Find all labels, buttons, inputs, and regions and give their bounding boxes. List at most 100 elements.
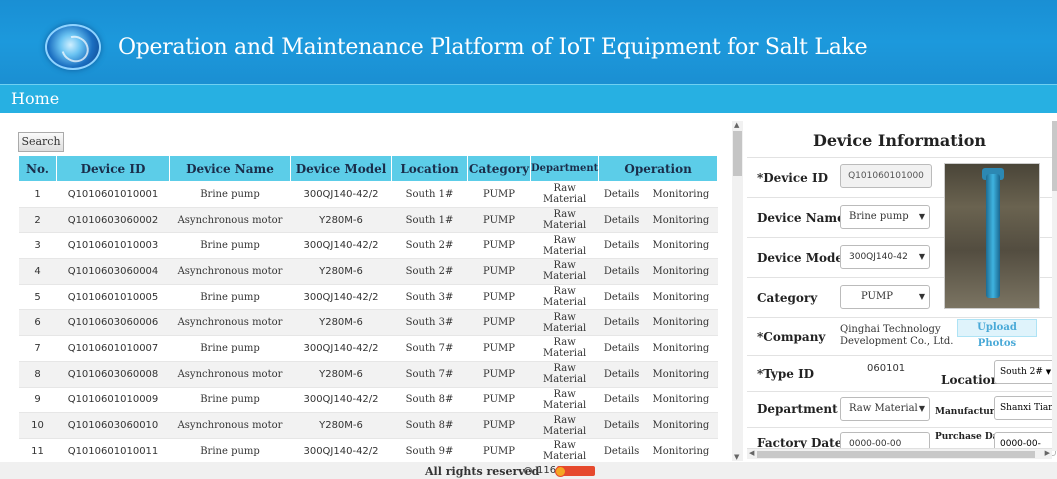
- details-link[interactable]: Details: [598, 412, 645, 439]
- category-select[interactable]: PUMP ▼: [840, 285, 930, 309]
- row-department: Raw Material: [530, 258, 599, 285]
- scroll-right-arrow-icon[interactable]: ▶: [1045, 449, 1050, 457]
- monitoring-link[interactable]: Monitoring: [644, 232, 718, 260]
- table-header-row: No. Device ID Device Name Device Model L…: [18, 155, 718, 182]
- table-row[interactable]: 1 Q1010601010001 Brine pump 300QJ140-42/2 So…: [18, 181, 718, 208]
- table-row[interactable]: 10 Q1010603060010 Asynchronous motor Y280M-…: [18, 412, 718, 439]
- table-row[interactable]: 8 Q1010603060008 Asynchronous motor Y280M-6…: [18, 361, 718, 388]
- row-category: PUMP: [467, 412, 531, 439]
- row-device-model: Y280M-6: [290, 207, 392, 234]
- row-number: 6: [18, 309, 57, 337]
- row-device-name: Brine pump: [169, 181, 291, 208]
- row-device-name: Asynchronous motor: [169, 258, 291, 285]
- row-device-model: 300QJ140-42/2: [290, 335, 392, 362]
- col-header-department[interactable]: Department: [529, 155, 600, 182]
- device-id-label: *Device ID: [757, 171, 828, 185]
- details-link[interactable]: Details: [598, 232, 645, 260]
- monitoring-link[interactable]: Monitoring: [644, 258, 718, 285]
- table-scrollbar[interactable]: ▲ ▼: [732, 121, 743, 461]
- table-row[interactable]: 7 Q1010601010007 Brine pump 300QJ140-42/2 So…: [18, 335, 718, 362]
- manufacturer-field[interactable]: Shanxi Tian: [994, 396, 1056, 420]
- table-row[interactable]: 4 Q1010603060004 Asynchronous motor Y280M-6…: [18, 258, 718, 285]
- row-location: South 1#: [391, 181, 468, 208]
- upload-photos-button[interactable]: Upload Photos: [957, 319, 1037, 349]
- row-device-name: Brine pump: [169, 335, 291, 362]
- search-button[interactable]: Search: [18, 132, 64, 152]
- row-category: PUMP: [467, 438, 531, 460]
- scroll-up-arrow-icon[interactable]: ▲: [734, 121, 739, 129]
- monitoring-link[interactable]: Monitoring: [644, 284, 718, 311]
- row-department: Raw Material: [530, 438, 599, 460]
- horizontal-scrollbar-thumb[interactable]: [757, 451, 1035, 458]
- table-row[interactable]: 11 Q1010601010011 Brine pump 300QJ140-42/2 S…: [18, 438, 718, 460]
- monitoring-link[interactable]: Monitoring: [644, 412, 718, 439]
- app-header: Operation and Maintenance Platform of Io…: [0, 0, 1057, 84]
- col-header-device-name[interactable]: Device Name: [169, 155, 291, 182]
- row-number: 9: [18, 387, 57, 414]
- type-id-row: *Type ID 060101 Location South 2# ▼: [747, 355, 1056, 391]
- location-select[interactable]: South 2# ▼: [994, 360, 1056, 384]
- device-info-panel: Device Information *Device ID Q101060101…: [747, 121, 1057, 461]
- row-location: South 2#: [391, 232, 468, 260]
- row-location: South 7#: [391, 361, 468, 388]
- row-device-model: 300QJ140-42/2: [290, 232, 392, 260]
- info-horizontal-scrollbar[interactable]: ◀ ▶: [747, 448, 1052, 459]
- table-row[interactable]: 9 Q1010601010009 Brine pump 300QJ140-42/2 So…: [18, 387, 718, 414]
- row-department: Raw Material: [530, 309, 599, 337]
- table-row[interactable]: 2 Q1010603060002 Asynchronous motor Y280M-6…: [18, 207, 718, 234]
- row-department: Raw Material: [530, 361, 599, 388]
- device-model-select[interactable]: 300QJ140-42 ▼: [840, 245, 930, 269]
- row-device-model: Y280M-6: [290, 258, 392, 285]
- monitoring-link[interactable]: Monitoring: [644, 309, 718, 337]
- details-link[interactable]: Details: [598, 387, 645, 414]
- row-category: PUMP: [467, 284, 531, 311]
- monitoring-link[interactable]: Monitoring: [644, 438, 718, 460]
- details-link[interactable]: Details: [598, 335, 645, 362]
- details-link[interactable]: Details: [598, 181, 645, 208]
- details-link[interactable]: Details: [598, 438, 645, 460]
- device-info-title: Device Information: [812, 131, 987, 150]
- scrollbar-thumb[interactable]: [733, 131, 742, 176]
- row-department: Raw Material: [530, 335, 599, 362]
- details-link[interactable]: Details: [598, 258, 645, 285]
- details-link[interactable]: Details: [598, 309, 645, 337]
- col-header-device-model[interactable]: Device Model: [290, 155, 392, 182]
- row-category: PUMP: [467, 232, 531, 260]
- row-device-model: Y280M-6: [290, 412, 392, 439]
- row-device-id: Q1010603060006: [56, 309, 170, 337]
- row-location: South 7#: [391, 335, 468, 362]
- table-row[interactable]: 6 Q1010603060006 Asynchronous motor Y280M-6…: [18, 309, 718, 337]
- pump-image: [986, 174, 1000, 298]
- row-device-id: Q1010601010009: [56, 387, 170, 414]
- details-link[interactable]: Details: [598, 361, 645, 388]
- department-select[interactable]: Raw Material ▼: [840, 397, 930, 421]
- device-name-select[interactable]: Brine pump ▼: [840, 205, 930, 229]
- info-scrollbar[interactable]: [1052, 121, 1057, 451]
- row-device-model: Y280M-6: [290, 361, 392, 388]
- col-header-no[interactable]: No.: [18, 155, 57, 182]
- table-row[interactable]: 5 Q1010601010005 Brine pump 300QJ140-42/2 So…: [18, 284, 718, 311]
- scroll-down-arrow-icon[interactable]: ▼: [734, 453, 739, 461]
- scroll-left-arrow-icon[interactable]: ◀: [749, 449, 754, 457]
- site-badge-icon[interactable]: [555, 466, 595, 477]
- details-link[interactable]: Details: [598, 284, 645, 311]
- col-header-category[interactable]: Category: [467, 155, 531, 182]
- info-scrollbar-thumb[interactable]: [1052, 121, 1057, 191]
- monitoring-link[interactable]: Monitoring: [644, 207, 718, 234]
- location-value: South 2#: [1000, 367, 1043, 377]
- col-header-device-id[interactable]: Device ID: [56, 155, 170, 182]
- monitoring-link[interactable]: Monitoring: [644, 361, 718, 388]
- device-id-field[interactable]: Q101060101000: [840, 164, 932, 188]
- row-department: Raw Material: [530, 207, 599, 234]
- nav-home-link[interactable]: Home: [11, 89, 59, 108]
- monitoring-link[interactable]: Monitoring: [644, 335, 718, 362]
- col-header-location[interactable]: Location: [391, 155, 468, 182]
- row-device-name: Brine pump: [169, 284, 291, 311]
- monitoring-link[interactable]: Monitoring: [644, 387, 718, 414]
- monitoring-link[interactable]: Monitoring: [644, 181, 718, 208]
- details-link[interactable]: Details: [598, 207, 645, 234]
- table-row[interactable]: 3 Q1010601010003 Brine pump 300QJ140-42/2 So…: [18, 232, 718, 260]
- chevron-down-icon: ▼: [918, 404, 925, 413]
- row-number: 10: [18, 412, 57, 439]
- company-value: Qinghai Technology Development Co., Ltd.: [840, 324, 953, 348]
